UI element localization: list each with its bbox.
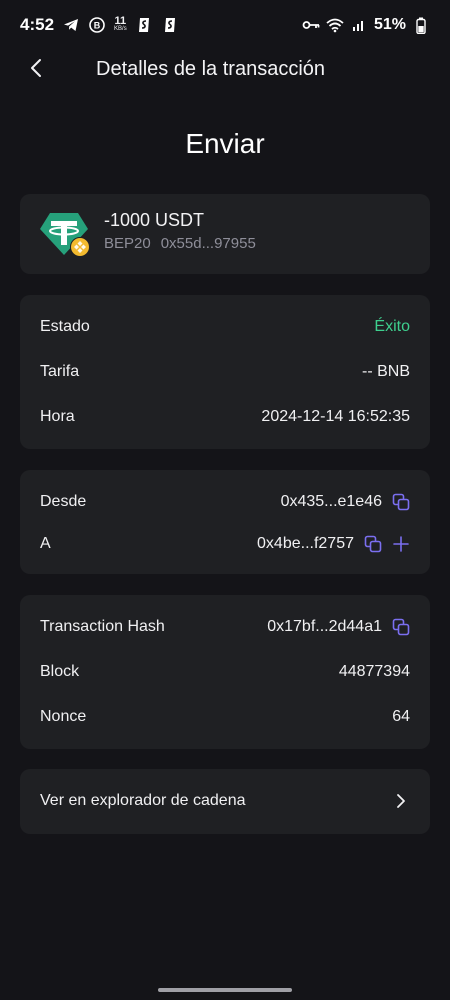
nonce-row: Nonce 64	[40, 705, 410, 729]
add-contact-plus-icon[interactable]	[392, 535, 410, 553]
tx-hash-value: 0x17bf...2d44a1	[267, 618, 382, 635]
from-value-group: 0x435...e1e46	[281, 493, 410, 511]
time-value: 2024-12-14 16:52:35	[261, 408, 410, 425]
token-card: -1000 USDT BEP20 0x55d...97955	[20, 194, 430, 274]
battery-percent: 51%	[373, 16, 406, 33]
chevron-left-icon	[29, 58, 43, 83]
view-in-explorer-button[interactable]: Ver en explorador de cadena	[20, 769, 430, 834]
status-bar: 4:52 B 11 KB/s 51%	[0, 0, 450, 50]
screen: 4:52 B 11 KB/s 51% Detalles de la transa…	[0, 0, 450, 1000]
addresses-card: Desde 0x435...e1e46 A 0x4be...f2757	[20, 470, 430, 574]
b-circle-icon: B	[88, 16, 106, 34]
to-value-group: 0x4be...f2757	[257, 535, 410, 553]
to-label: A	[40, 535, 51, 552]
from-address: 0x435...e1e46	[280, 493, 382, 510]
status-row: Estado Éxito	[40, 315, 410, 339]
fee-row: Tarifa -- BNB	[40, 360, 410, 384]
block-row: Block 44877394	[40, 660, 410, 684]
key-icon	[302, 16, 320, 34]
transaction-info-card: Estado Éxito Tarifa -- BNB Hora 2024-12-…	[20, 295, 430, 449]
time-row: Hora 2024-12-14 16:52:35	[40, 405, 410, 429]
signal-icon	[350, 16, 368, 34]
app-header: Detalles de la transacción	[0, 48, 450, 90]
svg-text:B: B	[94, 21, 101, 31]
token-amount: -1000 USDT	[104, 210, 205, 230]
app-s-icon	[135, 16, 153, 34]
nonce-value: 64	[392, 708, 410, 725]
time-label: Hora	[40, 408, 75, 425]
token-logo	[40, 211, 90, 257]
fee-label: Tarifa	[40, 363, 80, 380]
status-bar-right: 51%	[302, 16, 430, 34]
header-title: Detalles de la transacción	[96, 58, 326, 80]
chevron-right-icon	[392, 792, 410, 810]
from-label: Desde	[40, 493, 87, 510]
from-row: Desde 0x435...e1e46	[40, 490, 410, 514]
telegram-icon	[62, 16, 80, 34]
to-address: 0x4be...f2757	[257, 535, 354, 552]
app-s-icon	[161, 16, 179, 34]
chain-details-card: Transaction Hash 0x17bf...2d44a1 Block 4…	[20, 595, 430, 749]
network-speed-unit: KB/s	[114, 26, 127, 32]
block-label: Block	[40, 663, 80, 680]
status-label: Estado	[40, 318, 90, 335]
explorer-label: Ver en explorador de cadena	[40, 792, 246, 809]
back-button[interactable]	[22, 56, 50, 84]
home-indicator[interactable]	[158, 988, 292, 992]
tx-hash-label: Transaction Hash	[40, 618, 165, 635]
network-speed: 11 KB/s	[114, 15, 127, 33]
explorer-row: Ver en explorador de cadena	[40, 789, 410, 813]
nonce-label: Nonce	[40, 708, 87, 725]
block-value: 44877394	[338, 663, 410, 680]
copy-icon[interactable]	[392, 493, 410, 511]
copy-icon[interactable]	[392, 618, 410, 636]
token-details: BEP20 0x55d...97955	[104, 235, 256, 252]
token-contract-address[interactable]: 0x55d...97955	[161, 235, 256, 252]
copy-icon[interactable]	[364, 535, 382, 553]
status-value: Éxito	[374, 318, 410, 335]
status-time: 4:52	[20, 15, 55, 34]
network-speed-value: 11	[114, 15, 127, 27]
token-network: BEP20	[104, 235, 151, 252]
tx-hash-row: Transaction Hash 0x17bf...2d44a1	[40, 615, 410, 639]
wifi-icon	[326, 16, 344, 34]
tx-hash-value-group: 0x17bf...2d44a1	[267, 618, 410, 636]
status-bar-left: 4:52 B 11 KB/s	[20, 15, 179, 35]
fee-value: -- BNB	[362, 363, 410, 380]
battery-icon	[412, 16, 430, 34]
page-title: Enviar	[185, 128, 265, 159]
to-row: A 0x4be...f2757	[40, 532, 410, 556]
